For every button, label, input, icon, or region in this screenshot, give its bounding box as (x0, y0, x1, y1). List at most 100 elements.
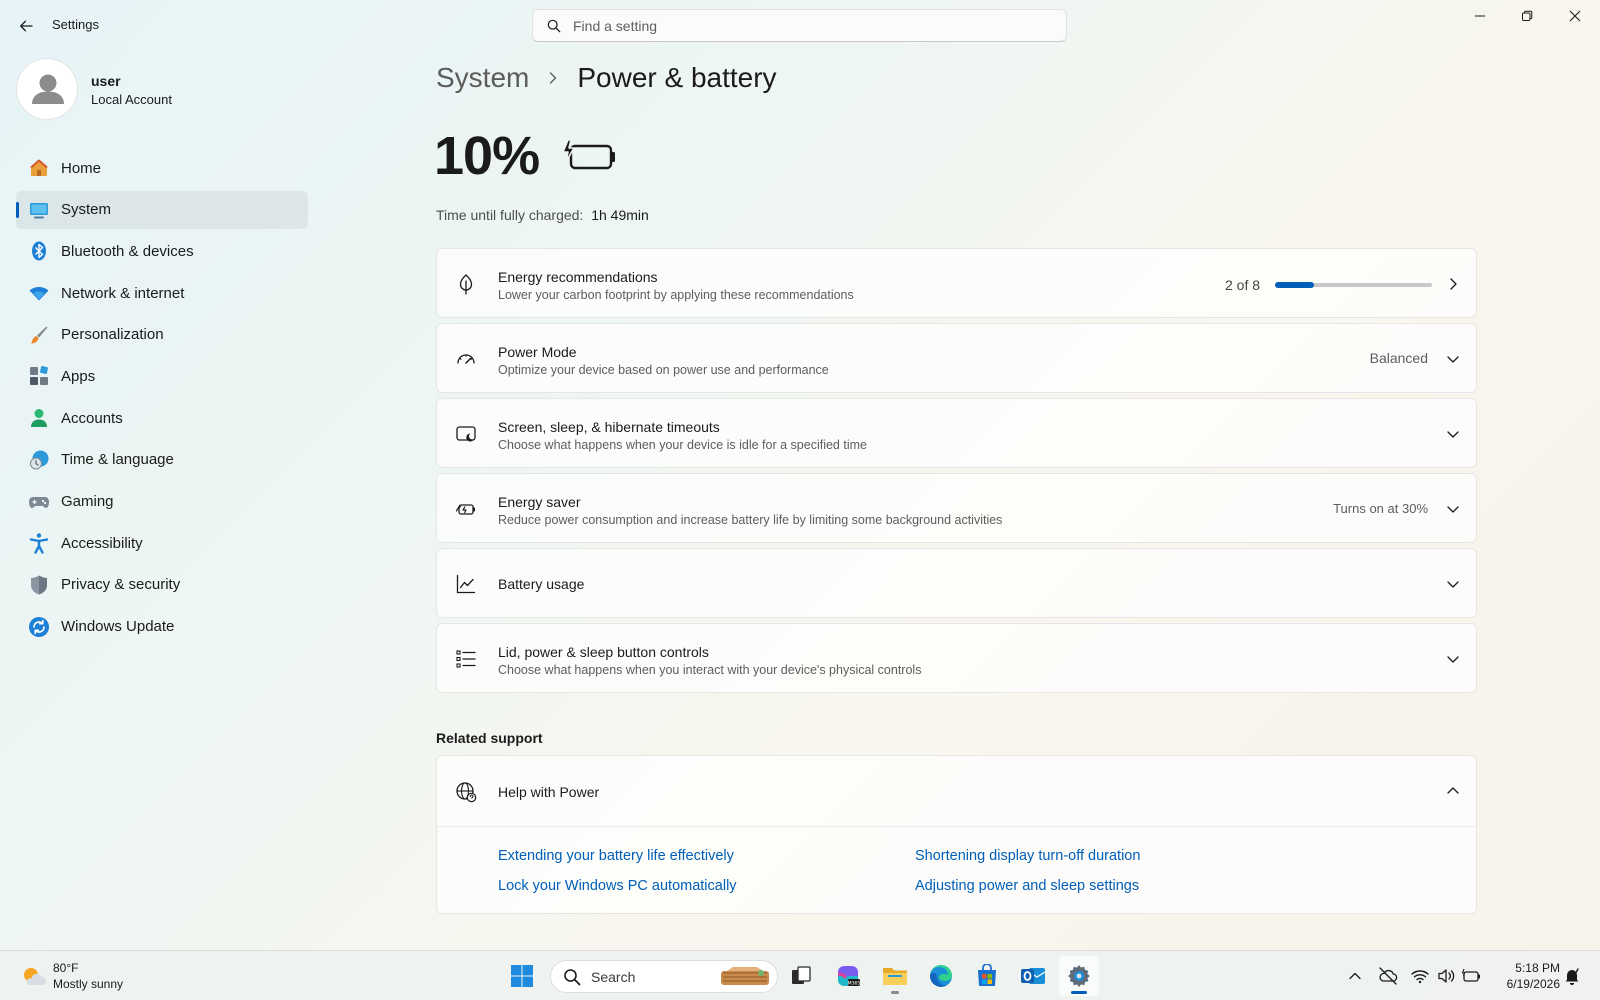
chevron-right-icon (1444, 275, 1462, 293)
card-title: Battery usage (498, 576, 585, 592)
m365-copilot-button[interactable]: M365 (828, 956, 868, 996)
sidebar-item-privacy-security[interactable]: Privacy & security (16, 566, 308, 604)
energy-saver-status: Turns on at 30% (1333, 501, 1428, 516)
sidebar-item-home[interactable]: Home (16, 149, 308, 187)
chevron-down-icon[interactable] (1444, 500, 1462, 518)
system-icon (28, 199, 50, 221)
person-icon (32, 74, 64, 104)
sidebar-item-personalization[interactable]: Personalization (16, 316, 308, 354)
edge-browser-icon (930, 965, 952, 987)
chevron-down-icon[interactable] (1444, 425, 1462, 443)
chart-line-icon (454, 572, 478, 596)
energy-recommendations-card[interactable]: Energy recommendations Lower your carbon… (436, 248, 1477, 318)
help-link-battery-life[interactable]: Extending your battery life effectively (498, 848, 734, 864)
bluetooth-icon (28, 240, 50, 262)
sidebar-item-label: Gaming (61, 493, 114, 510)
onedrive-offline-button[interactable] (1378, 966, 1398, 986)
sidebar-item-accounts[interactable]: Accounts (16, 399, 308, 437)
restore-button[interactable] (1504, 0, 1550, 32)
restore-icon (1522, 10, 1533, 21)
app-title: Settings (52, 17, 99, 32)
card-subtitle: Optimize your device based on power use … (498, 363, 829, 377)
minimize-button[interactable] (1457, 0, 1503, 32)
user-profile[interactable]: user Local Account (16, 58, 306, 122)
wifi-icon (1411, 970, 1429, 984)
energy-saver-card[interactable]: Energy saver Reduce power consumption an… (436, 473, 1477, 543)
sidebar-item-gaming[interactable]: Gaming (16, 483, 308, 521)
task-view-button[interactable] (781, 956, 821, 996)
sidebar-item-label: System (61, 201, 112, 219)
settings-app-button[interactable] (1059, 956, 1099, 996)
outlook-icon (1021, 968, 1046, 984)
update-icon (28, 616, 50, 638)
sidebar-item-system[interactable]: System (16, 190, 308, 229)
list-icon (454, 647, 478, 671)
microsoft-store-button[interactable] (967, 956, 1007, 996)
battery-usage-card[interactable]: Battery usage (436, 548, 1477, 618)
sidebar-item-label: Bluetooth & devices (61, 242, 194, 260)
battery-status-button[interactable] (1461, 966, 1481, 986)
sidebar-item-apps[interactable]: Apps (16, 357, 308, 395)
help-link-lock-pc[interactable]: Lock your Windows PC automatically (498, 878, 737, 894)
screen-sleep-timeouts-card[interactable]: Screen, sleep, & hibernate timeouts Choo… (436, 398, 1477, 468)
weather-temperature: 80°F (53, 961, 79, 975)
sidebar-item-time-language[interactable]: Time & language (16, 441, 308, 479)
title-bar: Settings (0, 0, 1600, 50)
start-button[interactable] (502, 956, 542, 996)
battery-charging-icon (560, 138, 618, 176)
chevron-up-icon[interactable] (1444, 782, 1462, 800)
energy-saver-icon (454, 497, 478, 521)
chevron-down-icon[interactable] (1444, 575, 1462, 593)
sidebar-item-label: Windows Update (61, 618, 175, 636)
back-button[interactable] (14, 14, 38, 38)
sidebar-nav: Home System Bluetooth & devices Network … (16, 149, 308, 649)
help-with-power-card: Help with Power Extending your battery l… (436, 755, 1477, 914)
help-link-display-turnoff[interactable]: Shortening display turn-off duration (915, 848, 1140, 864)
help-with-power-header[interactable]: Help with Power (437, 756, 1476, 827)
paintbrush-icon (28, 324, 50, 346)
home-icon (28, 157, 50, 179)
screen-sleep-icon (454, 422, 478, 446)
search-icon (564, 968, 581, 985)
card-subtitle: Choose what happens when you interact wi… (498, 663, 922, 677)
file-explorer-button[interactable] (875, 956, 915, 996)
power-mode-dropdown[interactable]: Balanced (1370, 350, 1428, 366)
running-indicator (891, 991, 899, 994)
help-link-power-sleep[interactable]: Adjusting power and sleep settings (915, 878, 1139, 894)
sidebar-item-bluetooth[interactable]: Bluetooth & devices (16, 232, 308, 270)
breadcrumb-system-link[interactable]: System (436, 62, 529, 94)
outlook-button[interactable] (1013, 956, 1053, 996)
sidebar-item-network[interactable]: Network & internet (16, 274, 308, 312)
charge-time-value: 1h 49min (591, 207, 649, 223)
power-mode-card[interactable]: Power Mode Optimize your device based on… (436, 323, 1477, 393)
taskbar-search-box[interactable]: Search (550, 960, 778, 993)
weather-description: Mostly sunny (53, 977, 124, 991)
lid-power-button-card[interactable]: Lid, power & sleep button controls Choos… (436, 623, 1477, 693)
sidebar-item-label: Accounts (61, 409, 123, 427)
taskbar-search-label: Search (591, 968, 636, 985)
chevron-down-icon[interactable] (1444, 350, 1462, 368)
settings-search-input[interactable] (573, 17, 1033, 34)
sidebar-item-accessibility[interactable]: Accessibility (16, 524, 308, 562)
card-title: Lid, power & sleep button controls (498, 644, 709, 660)
minimize-icon (1475, 15, 1485, 17)
weather-widget[interactable]: 80°F Mostly sunny (20, 959, 160, 993)
globe-help-icon (454, 780, 478, 804)
sidebar-item-label: Apps (61, 367, 96, 385)
chevron-down-icon[interactable] (1444, 650, 1462, 668)
network-status-button[interactable] (1410, 966, 1430, 986)
close-button[interactable] (1552, 0, 1598, 32)
battery-charging-icon (1461, 968, 1480, 982)
task-view-icon (792, 966, 811, 984)
card-subtitle: Lower your carbon footprint by applying … (498, 288, 854, 302)
taskbar-clock[interactable]: 5:18 PM 6/19/2026 (1490, 960, 1560, 992)
volume-button[interactable] (1436, 966, 1456, 986)
notifications-button[interactable] (1562, 966, 1582, 986)
settings-search-box[interactable] (532, 9, 1067, 42)
sidebar-item-windows-update[interactable]: Windows Update (16, 608, 308, 646)
windows-logo-icon (511, 965, 533, 987)
breadcrumb-chevron-icon (547, 71, 559, 85)
show-hidden-icons-button[interactable] (1345, 966, 1365, 986)
edge-browser-button[interactable] (921, 956, 961, 996)
breadcrumb: System Power & battery (436, 58, 777, 98)
